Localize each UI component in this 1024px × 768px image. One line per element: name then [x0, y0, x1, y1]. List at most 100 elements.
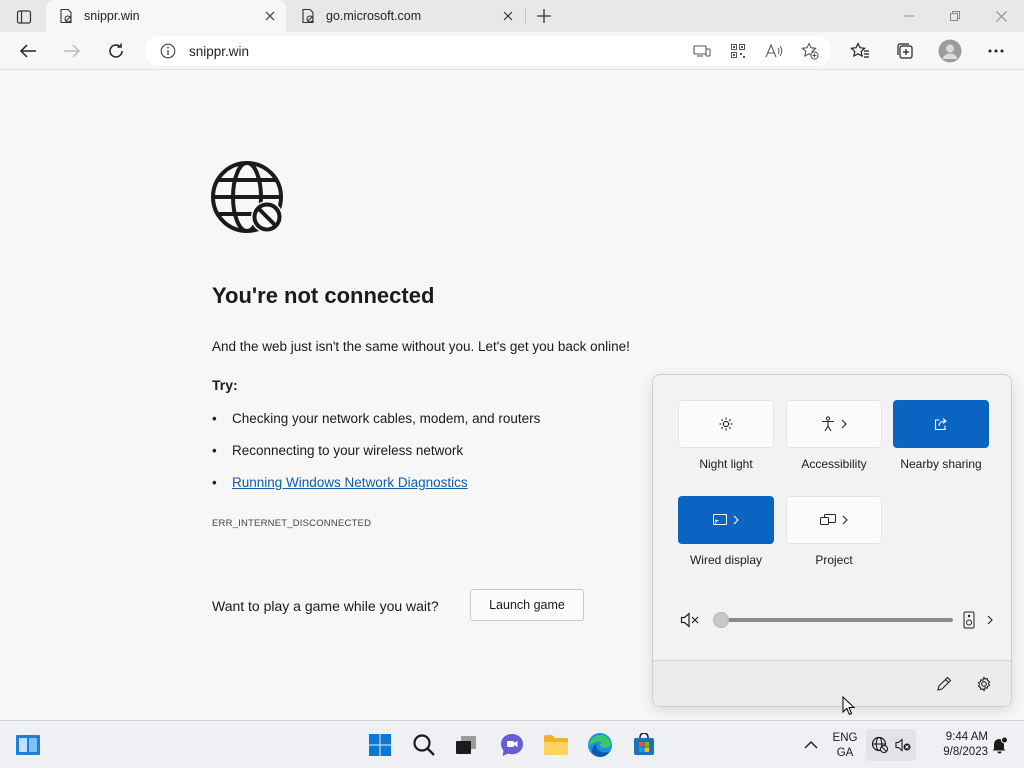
wired-display-tile[interactable] — [678, 496, 774, 544]
brightness-icon — [719, 417, 733, 431]
tile-label: Night light — [699, 457, 753, 471]
tile-label: Accessibility — [801, 457, 867, 471]
more-menu-button[interactable] — [981, 36, 1011, 66]
suggestion-text: Checking your network cables, modem, and… — [232, 411, 541, 426]
volume-slider[interactable] — [717, 618, 953, 622]
more-dots-icon — [988, 49, 1004, 53]
favorites-icon — [850, 42, 869, 58]
refresh-icon — [109, 43, 123, 58]
quick-settings-button[interactable] — [866, 729, 916, 761]
new-tab-button[interactable] — [532, 4, 556, 28]
taskbar-clock[interactable]: 9:44 AM 9/8/2023 — [926, 730, 988, 760]
notifications-button[interactable] — [988, 729, 1012, 761]
error-code: ERR_INTERNET_DISCONNECTED — [212, 518, 372, 529]
chat-button[interactable] — [496, 729, 528, 761]
address-bar[interactable]: snippr.win — [145, 36, 831, 66]
widgets-button[interactable] — [12, 729, 44, 761]
language-code: ENG — [832, 732, 858, 744]
keyboard-layout-code: GA — [836, 747, 854, 759]
bullet: • — [212, 411, 217, 426]
info-icon[interactable] — [159, 42, 177, 60]
profile-button[interactable] — [935, 36, 965, 66]
read-aloud-icon[interactable] — [759, 36, 789, 66]
list-item: • Checking your network cables, modem, a… — [212, 411, 540, 443]
night-light-toggle[interactable] — [678, 400, 774, 448]
microsoft-store-button[interactable] — [628, 729, 660, 761]
network-disconnected-icon — [871, 736, 889, 754]
accessibility-icon — [822, 416, 834, 432]
task-view-button[interactable] — [450, 729, 482, 761]
chevron-up-icon — [804, 741, 818, 749]
edge-button[interactable] — [584, 729, 616, 761]
browser-toolbar: snippr.win — [0, 32, 1024, 70]
restore-button[interactable] — [932, 0, 978, 32]
search-icon — [413, 734, 435, 756]
launch-game-button[interactable]: Launch game — [470, 589, 584, 621]
search-button[interactable] — [408, 729, 440, 761]
tile-label: Project — [815, 553, 853, 567]
tab-title: snippr.win — [84, 9, 140, 23]
page-error-icon — [58, 8, 74, 24]
forward-arrow-icon — [64, 44, 81, 58]
app-available-icon[interactable] — [687, 36, 717, 66]
network-diagnostics-link[interactable]: Running Windows Network Diagnostics — [232, 475, 468, 490]
share-icon — [934, 418, 947, 431]
chevron-right-icon — [733, 515, 739, 525]
accessibility-tile[interactable] — [786, 400, 882, 448]
input-language-indicator[interactable]: ENG GA — [830, 731, 860, 761]
qr-code-icon[interactable] — [723, 36, 753, 66]
quick-settings-footer — [653, 660, 1011, 706]
volume-mute-button[interactable] — [679, 609, 701, 631]
suggestion-text: Reconnecting to your wireless network — [232, 443, 464, 458]
file-explorer-button[interactable] — [540, 729, 572, 761]
suggestions-list: • Checking your network cables, modem, a… — [212, 411, 540, 507]
tab-title: go.microsoft.com — [326, 9, 422, 23]
close-window-button[interactable] — [978, 0, 1024, 32]
minimize-button[interactable] — [886, 0, 932, 32]
folder-icon — [544, 735, 568, 755]
tab-snippr[interactable]: snippr.win — [46, 0, 286, 32]
restore-icon — [950, 11, 960, 21]
back-arrow-icon — [19, 44, 36, 58]
avatar-icon — [938, 39, 962, 63]
try-heading: Try: — [212, 377, 238, 393]
tab-close-icon[interactable] — [498, 6, 518, 26]
edit-quick-settings-button[interactable] — [933, 673, 955, 695]
speaker-muted-icon — [895, 738, 911, 752]
gear-icon — [977, 676, 991, 692]
show-hidden-icons-button[interactable] — [795, 729, 827, 761]
tile-label: Wired display — [689, 553, 763, 567]
page-title: You're not connected — [212, 283, 435, 308]
widgets-icon — [16, 735, 40, 755]
clock-date: 9/8/2023 — [943, 746, 988, 758]
tab-actions-button[interactable] — [8, 6, 40, 28]
add-favorite-icon[interactable] — [795, 36, 825, 66]
tab-strip: snippr.win go.microsoft.com — [0, 0, 1024, 32]
favorites-button[interactable] — [845, 36, 875, 66]
cast-icon — [713, 514, 727, 525]
tab-actions-icon — [16, 10, 32, 24]
forward-button[interactable] — [57, 36, 87, 66]
page-description: And the web just isn't the same without … — [212, 339, 630, 354]
chevron-right-icon — [842, 515, 848, 525]
close-icon — [995, 10, 1007, 22]
store-icon — [634, 733, 654, 755]
chat-icon — [501, 734, 523, 756]
back-button[interactable] — [13, 36, 43, 66]
taskbar: ENG GA 9:44 AM 9/8/2023 — [0, 720, 1024, 768]
pencil-icon — [937, 676, 952, 691]
plus-icon — [537, 9, 551, 23]
start-button[interactable] — [364, 729, 396, 761]
nearby-sharing-toggle[interactable] — [893, 400, 989, 448]
volume-slider-thumb[interactable] — [713, 612, 729, 628]
project-tile[interactable] — [786, 496, 882, 544]
bullet: • — [212, 475, 217, 490]
url-text[interactable]: snippr.win — [189, 44, 687, 59]
collections-button[interactable] — [890, 36, 920, 66]
refresh-button[interactable] — [101, 36, 131, 66]
all-settings-button[interactable] — [973, 673, 995, 695]
chevron-right-icon — [987, 615, 993, 625]
tab-go-microsoft[interactable]: go.microsoft.com — [288, 0, 524, 32]
audio-output-button[interactable] — [963, 609, 993, 631]
tab-close-icon[interactable] — [260, 6, 280, 26]
